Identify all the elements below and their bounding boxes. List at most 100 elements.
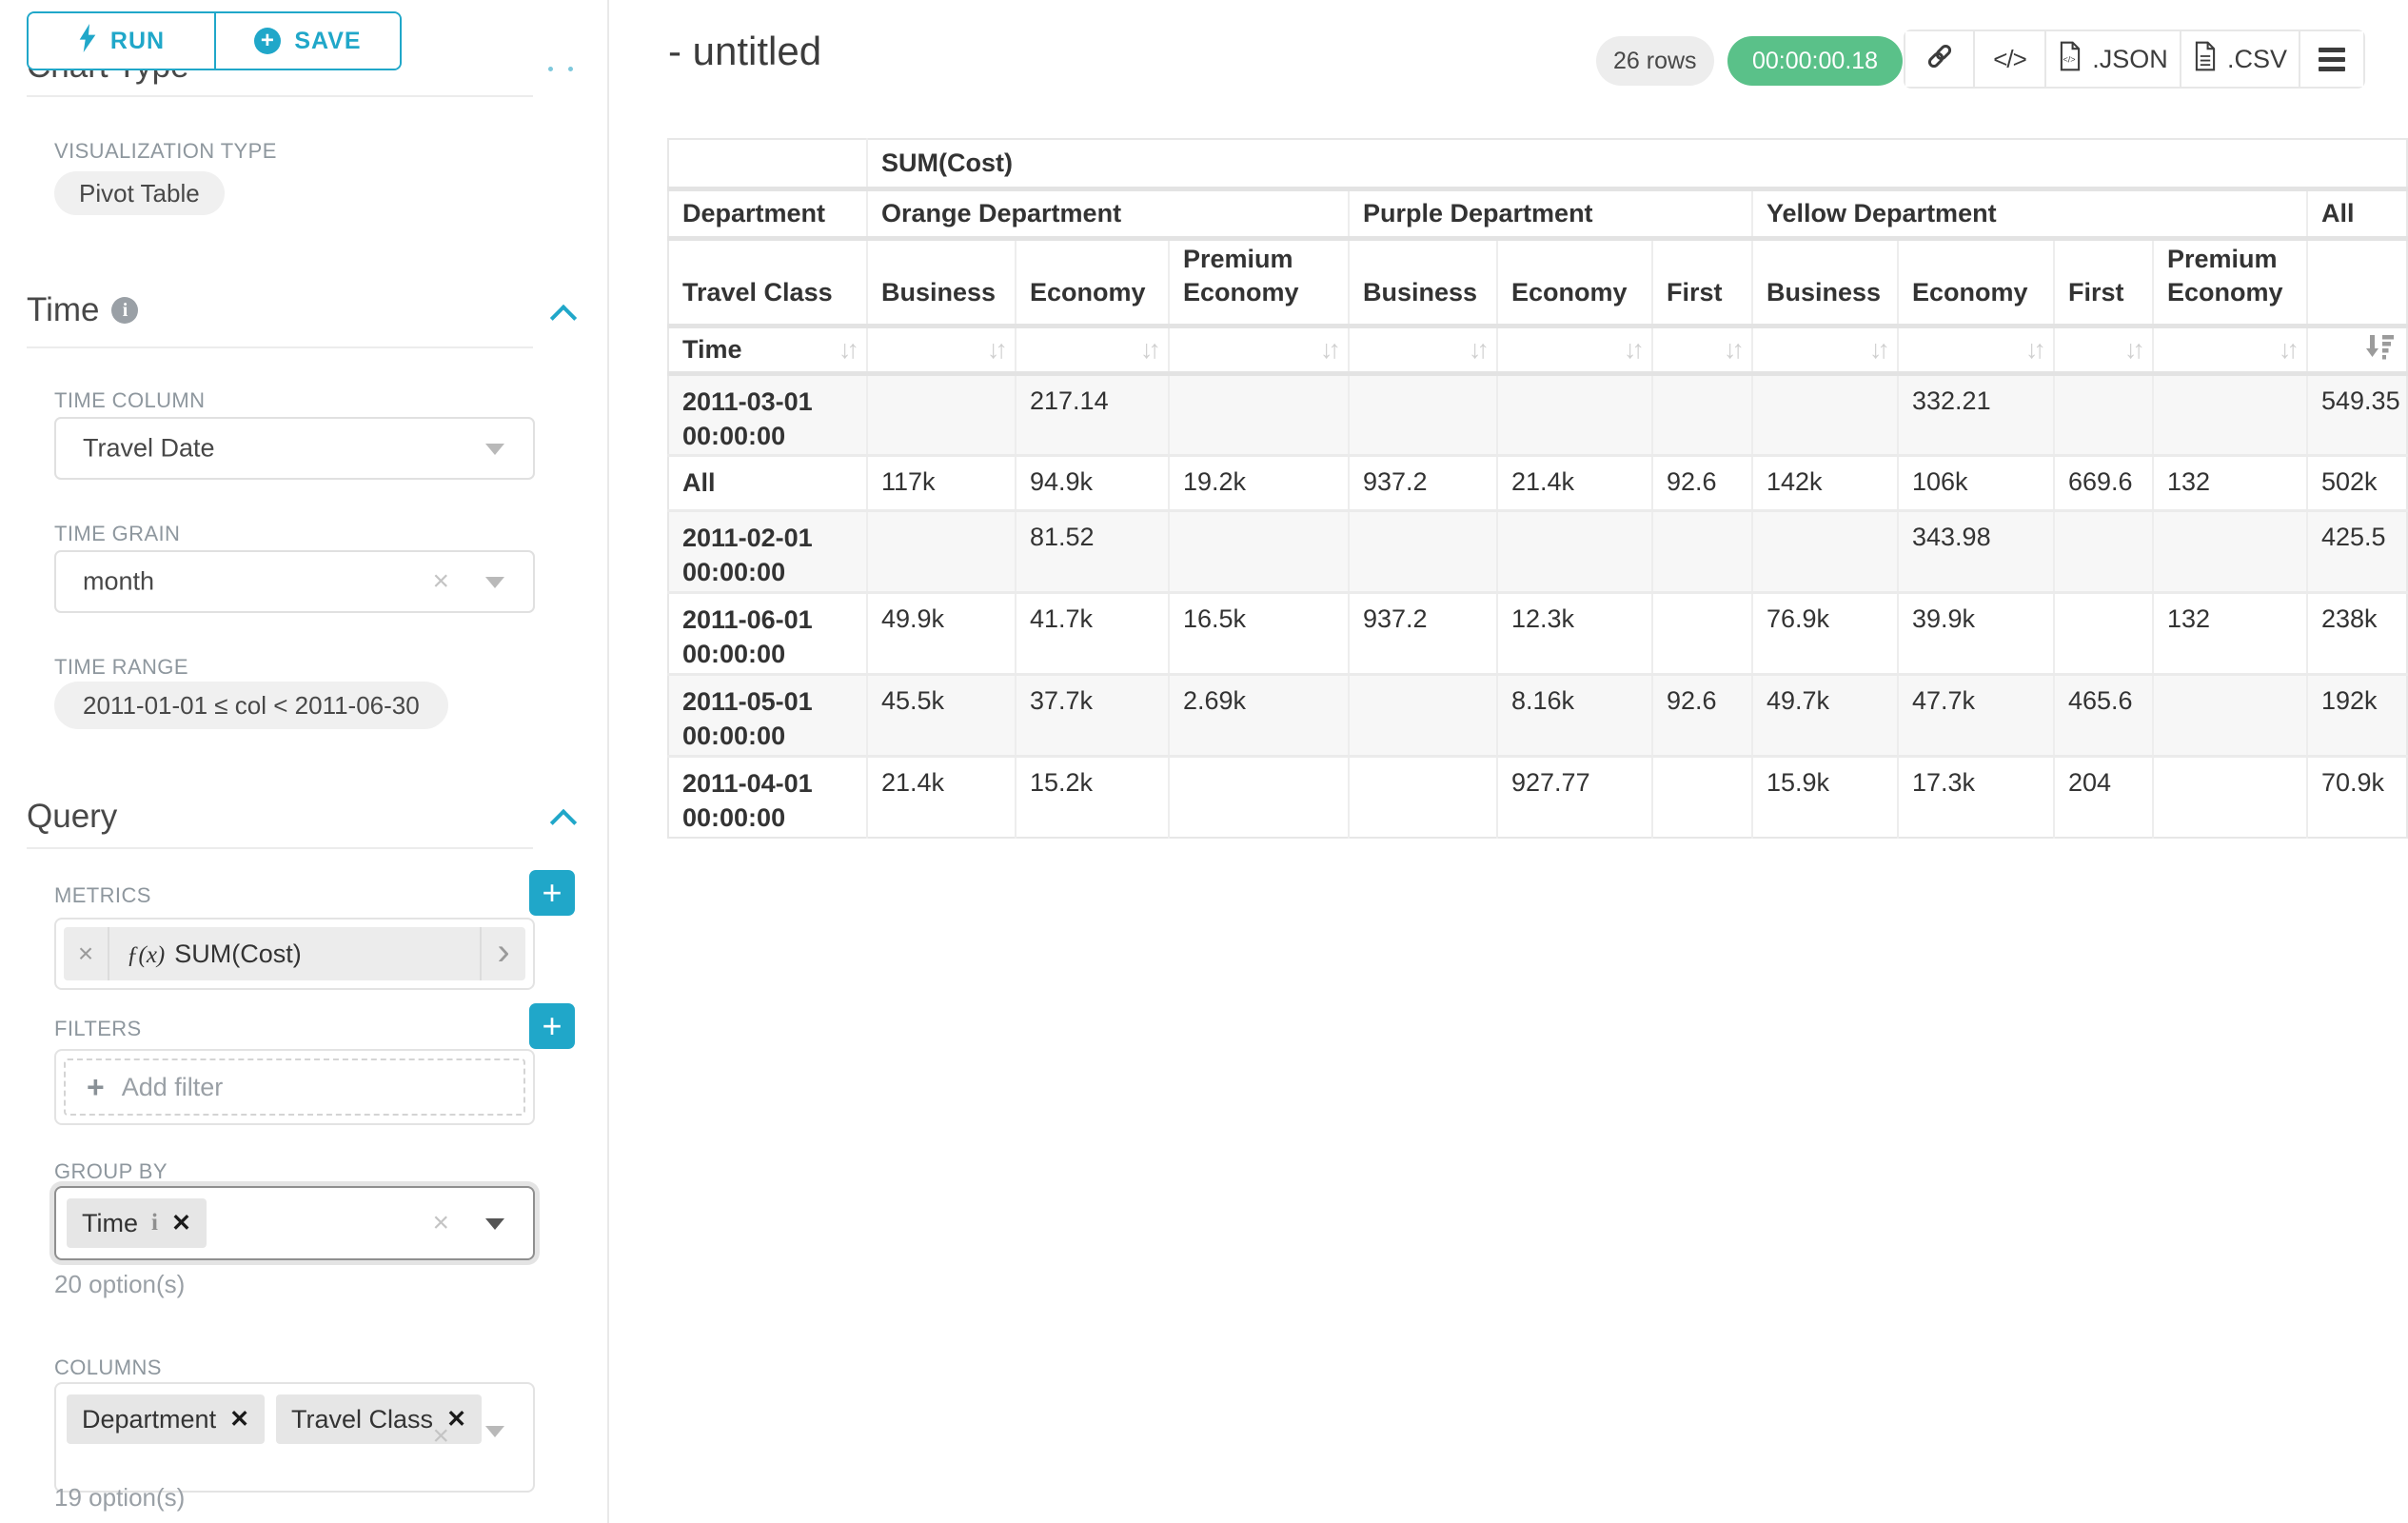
scroll-dot-icon bbox=[568, 67, 573, 71]
metrics-container: × ƒ(x)SUM(Cost) › bbox=[54, 918, 535, 990]
table-row: 2011-05-01 00:00:00 45.5k 37.7k 2.69k 8.… bbox=[668, 674, 2407, 756]
info-icon: i bbox=[151, 1210, 158, 1236]
add-filter-plus-button[interactable]: + bbox=[529, 1003, 575, 1049]
department-group-header: Orange Department bbox=[867, 188, 1349, 238]
view-query-button[interactable]: </> bbox=[1973, 31, 2044, 87]
remove-metric-icon[interactable]: × bbox=[64, 927, 109, 980]
link-icon bbox=[1925, 42, 1954, 77]
time-section-title: Time i bbox=[27, 291, 138, 329]
column-sort[interactable]: ↓↑ bbox=[1170, 335, 1348, 365]
column-sort[interactable]: ↓↑ bbox=[868, 335, 1015, 365]
column-sort[interactable]: ↓↑ bbox=[2154, 335, 2306, 365]
travel-class-header: Economy bbox=[1497, 238, 1652, 326]
sort-icon: ↓↑ bbox=[1724, 335, 1740, 365]
save-button[interactable]: + SAVE bbox=[214, 13, 400, 69]
group-by-label: GROUP BY bbox=[54, 1159, 168, 1184]
collapse-query-chevron-icon[interactable] bbox=[550, 809, 577, 836]
travel-class-header: Business bbox=[1349, 238, 1497, 326]
clear-icon[interactable]: × bbox=[432, 1207, 449, 1239]
corner-cell bbox=[668, 139, 867, 188]
sort-icon: ↓↑ bbox=[2025, 335, 2042, 365]
time-sort-header[interactable]: Time↓↑ bbox=[669, 335, 866, 365]
row-label: 2011-03-01 00:00:00 bbox=[668, 373, 867, 455]
divider bbox=[27, 95, 533, 97]
csv-file-icon bbox=[2193, 41, 2218, 78]
sort-icon: ↓↑ bbox=[1624, 335, 1640, 365]
collapse-time-chevron-icon[interactable] bbox=[550, 305, 577, 331]
visualization-type-pill[interactable]: Pivot Table bbox=[54, 171, 225, 215]
clear-icon[interactable]: × bbox=[432, 565, 449, 598]
table-row: 2011-02-01 00:00:00 81.52 343.98 425.5 bbox=[668, 510, 2407, 592]
time-grain-label: TIME GRAIN bbox=[54, 522, 180, 546]
travel-class-header: Premium Economy bbox=[1169, 238, 1349, 326]
add-filter-button[interactable]: + Add filter bbox=[64, 1058, 525, 1116]
travel-class-header-empty bbox=[2307, 238, 2407, 326]
travel-class-header: Economy bbox=[1016, 238, 1169, 326]
row-label: 2011-04-01 00:00:00 bbox=[668, 756, 867, 838]
copy-link-button[interactable] bbox=[1905, 31, 1973, 87]
time-grain-select[interactable]: month × bbox=[54, 550, 535, 613]
caret-down-icon bbox=[485, 1218, 504, 1230]
remove-tag-icon[interactable]: ✕ bbox=[171, 1209, 191, 1237]
columns-tag: Department ✕ bbox=[67, 1394, 265, 1444]
columns-tag: Travel Class ✕ bbox=[276, 1394, 482, 1444]
sort-icon: ↓↑ bbox=[2124, 335, 2141, 365]
chart-title[interactable]: - untitled bbox=[668, 29, 821, 74]
caret-down-icon bbox=[485, 577, 504, 588]
metrics-label: METRICS bbox=[54, 883, 151, 908]
column-sort[interactable]: ↓↑ bbox=[1653, 335, 1751, 365]
clear-icon[interactable]: × bbox=[432, 1420, 449, 1453]
time-column-label: TIME COLUMN bbox=[54, 388, 205, 413]
control-panel-sidebar: Chart Type RUN + SAVE VISUALIZATION TYPE… bbox=[0, 0, 609, 1523]
column-sort[interactable]: ↓↑ bbox=[2055, 335, 2152, 365]
column-sort[interactable]: ↓↑ bbox=[1753, 335, 1897, 365]
export-toolbar: </> </> .JSON .CSV bbox=[1904, 30, 2365, 89]
sort-icon: ↓↑ bbox=[1320, 335, 1336, 365]
travel-class-header: First bbox=[1652, 238, 1752, 326]
info-icon: i bbox=[111, 297, 138, 324]
menu-button[interactable] bbox=[2299, 31, 2363, 87]
metric-pill[interactable]: × ƒ(x)SUM(Cost) › bbox=[64, 927, 525, 980]
row-label: 2011-06-01 00:00:00 bbox=[668, 592, 867, 674]
filters-container: + Add filter bbox=[54, 1049, 535, 1125]
visualization-type-label: VISUALIZATION TYPE bbox=[54, 139, 277, 164]
caret-down-icon bbox=[485, 1426, 504, 1437]
export-json-button[interactable]: </> .JSON bbox=[2044, 31, 2180, 87]
expand-metric-chevron-icon[interactable]: › bbox=[480, 927, 525, 980]
remove-tag-icon[interactable]: ✕ bbox=[446, 1405, 466, 1434]
row-label: 2011-02-01 00:00:00 bbox=[668, 510, 867, 592]
divider bbox=[27, 346, 533, 348]
hamburger-icon bbox=[2319, 48, 2345, 71]
add-metric-button[interactable]: + bbox=[529, 870, 575, 916]
columns-select[interactable]: Department ✕ Travel Class ✕ × bbox=[54, 1382, 535, 1493]
json-file-icon: </> bbox=[2058, 41, 2082, 78]
chart-panel: - untitled 26 rows 00:00:00.18 </> </> bbox=[621, 0, 2408, 1523]
department-axis-header: Department bbox=[668, 188, 867, 238]
run-button[interactable]: RUN bbox=[29, 13, 214, 69]
remove-tag-icon[interactable]: ✕ bbox=[229, 1405, 249, 1434]
columns-hint: 19 option(s) bbox=[54, 1483, 185, 1513]
group-by-hint: 20 option(s) bbox=[54, 1270, 185, 1299]
caret-down-icon bbox=[485, 444, 504, 455]
column-sort[interactable]: ↓↑ bbox=[1350, 335, 1496, 365]
query-timer-badge: 00:00:00.18 bbox=[1727, 36, 1903, 86]
time-range-pill[interactable]: 2011-01-01 ≤ col < 2011-06-30 bbox=[54, 682, 448, 729]
export-csv-button[interactable]: .CSV bbox=[2180, 31, 2299, 87]
svg-text:</>: </> bbox=[2063, 54, 2076, 64]
travel-class-header: Business bbox=[867, 238, 1016, 326]
query-section-title: Query bbox=[27, 798, 117, 836]
column-sort-active[interactable] bbox=[2308, 333, 2406, 366]
table-row: 2011-06-01 00:00:00 49.9k 41.7k 16.5k 93… bbox=[668, 592, 2407, 674]
group-by-select[interactable]: Time i ✕ × bbox=[54, 1186, 535, 1260]
travel-class-axis-header: Travel Class bbox=[668, 238, 867, 326]
department-group-header: Yellow Department bbox=[1752, 188, 2307, 238]
travel-class-header-row: Travel Class Business Economy Premium Ec… bbox=[668, 238, 2407, 326]
column-sort[interactable]: ↓↑ bbox=[1016, 335, 1168, 365]
column-sort[interactable]: ↓↑ bbox=[1899, 335, 2053, 365]
column-sort[interactable]: ↓↑ bbox=[1498, 335, 1651, 365]
scroll-dot-icon bbox=[548, 67, 553, 71]
metric-name: SUM(Cost) bbox=[174, 940, 302, 968]
run-save-button-group: RUN + SAVE bbox=[27, 11, 402, 70]
divider bbox=[27, 847, 533, 849]
time-column-select[interactable]: Travel Date bbox=[54, 417, 535, 480]
